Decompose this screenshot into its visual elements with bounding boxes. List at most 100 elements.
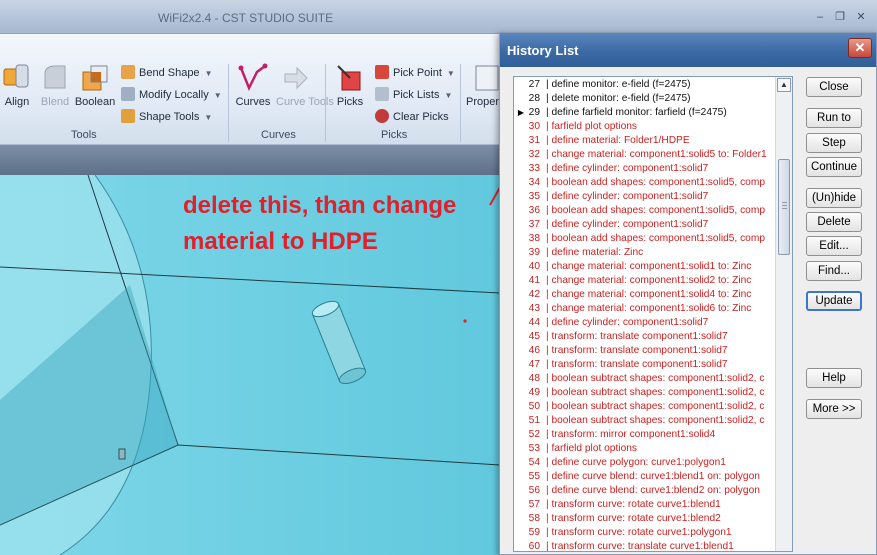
close-icon[interactable]: ✕ [848,38,872,58]
history-list-item[interactable]: 45 | transform: translate component1:soli… [514,330,776,344]
history-list-item[interactable]: 42 | change material: component1:solid4 t… [514,288,776,302]
vertical-scrollbar[interactable]: ▲ [775,77,792,551]
history-item-number: 38 [528,233,540,244]
history-item-number: 44 [528,317,540,328]
history-item-number: 33 [528,163,540,174]
dialog-title: History List [507,43,579,58]
history-item-text: | define monitor: e-field (f=2475) [546,79,691,90]
history-item-text: | change material: component1:solid2 to:… [546,275,752,286]
history-item-text: | change material: component1:solid6 to:… [546,303,752,314]
history-list-item[interactable]: 43 | change material: component1:solid6 t… [514,302,776,316]
history-item-text: | transform: mirror component1:solid4 [546,429,716,440]
scrollbar-thumb[interactable] [778,159,790,255]
history-item-number: 47 [528,359,540,370]
history-item-text: | define material: Zinc [546,247,644,258]
history-list-item[interactable]: ▶ 29 | define farfield monitor: farfield (… [514,106,776,120]
history-list-item[interactable]: 48 | boolean subtract shapes: component1:… [514,372,776,386]
history-list-item[interactable]: 57 | transform curve: rotate curve1:blend… [514,498,776,512]
history-list-item[interactable]: 31 | define material: Folder1/HDPE [514,134,776,148]
history-item-text: | define cylinder: component1:solid7 [546,163,709,174]
history-item-text: | transform: translate component1:solid7 [546,359,728,370]
history-item-number: 45 [528,331,540,342]
history-list-item[interactable]: 34 | boolean add shapes: component1:solid… [514,176,776,190]
history-list-item[interactable]: 40 | change material: component1:solid1 t… [514,260,776,274]
history-list-item[interactable]: 38 | boolean add shapes: component1:solid… [514,232,776,246]
history-list-item[interactable]: 37 | define cylinder: component1:solid7 [514,218,776,232]
history-list-item[interactable]: 41 | change material: component1:solid2 t… [514,274,776,288]
history-list-item[interactable]: 35 | define cylinder: component1:solid7 [514,190,776,204]
history-item-text: | boolean add shapes: component1:solid5,… [546,177,765,188]
run-to-button[interactable]: Run to [806,108,862,128]
close-button[interactable]: Close [806,77,862,97]
history-list-item[interactable]: 36 | boolean add shapes: component1:solid… [514,204,776,218]
history-item-text: | transform curve: translate curve1:blen… [546,541,734,552]
history-list-item[interactable]: 49 | boolean subtract shapes: component1:… [514,386,776,400]
history-item-text: | farfield plot options [546,121,637,132]
history-list-item[interactable]: 60 | transform curve: translate curve1:bl… [514,540,776,552]
delete-button[interactable]: Delete [806,212,862,232]
history-list-item[interactable]: 50 | boolean subtract shapes: component1:… [514,400,776,414]
history-item-text: | change material: component1:solid5 to:… [546,149,767,160]
history-item-number: 53 [528,443,540,454]
history-item-text: | define cylinder: component1:solid7 [546,219,709,230]
more-button[interactable]: More >> [806,399,862,419]
history-item-number: 51 [528,415,540,426]
history-item-text: | transform curve: rotate curve1:polygon… [546,527,732,538]
history-item-number: 41 [528,275,540,286]
history-list-item[interactable]: 56 | define curve blend: curve1:blend2 on… [514,484,776,498]
edit-button[interactable]: Edit... [806,236,862,256]
history-list-item[interactable]: 30 | farfield plot options [514,120,776,134]
history-list-box[interactable]: 27 | define monitor: e-field (f=2475) 28 | … [513,76,793,552]
history-item-text: | boolean subtract shapes: component1:so… [546,415,765,426]
scroll-up-icon[interactable]: ▲ [777,78,791,92]
history-list-item[interactable]: 52 | transform: mirror component1:solid4 [514,428,776,442]
history-list-item[interactable]: 46 | transform: translate component1:soli… [514,344,776,358]
history-item-text: | define cylinder: component1:solid7 [546,317,709,328]
history-item-number: 59 [528,527,540,538]
history-list-item[interactable]: 47 | transform: translate component1:soli… [514,358,776,372]
current-step-marker-icon: ▶ [517,108,524,117]
help-button[interactable]: Help [806,368,862,388]
find-button[interactable]: Find... [806,261,862,281]
history-item-text: | farfield plot options [546,443,637,454]
history-item-number: 55 [528,471,540,482]
history-item-number: 36 [528,205,540,216]
update-button[interactable]: Update [806,291,862,311]
history-item-text: | boolean subtract shapes: component1:so… [546,373,765,384]
history-rows: 27 | define monitor: e-field (f=2475) 28 | … [514,78,776,552]
history-list-item[interactable]: 39 | define material: Zinc [514,246,776,260]
history-item-text: | define cylinder: component1:solid7 [546,191,709,202]
history-item-number: 60 [528,541,540,552]
history-item-text: | transform: translate component1:solid7 [546,345,728,356]
history-item-number: 56 [528,485,540,496]
history-item-text: | boolean subtract shapes: component1:so… [546,387,765,398]
history-list-item[interactable]: 59 | transform curve: rotate curve1:polyg… [514,526,776,540]
history-item-number: 27 [528,79,540,90]
history-list-item[interactable]: 55 | define curve blend: curve1:blend1 on… [514,470,776,484]
history-list-item[interactable]: 28 | delete monitor: e-field (f=2475) [514,92,776,106]
history-item-number: 46 [528,345,540,356]
history-item-text: | define curve blend: curve1:blend1 on: … [546,471,760,482]
history-list-item[interactable]: 33 | define cylinder: component1:solid7 [514,162,776,176]
history-item-number: 28 [528,93,540,104]
history-item-number: 43 [528,303,540,314]
step-button[interactable]: Step [806,133,862,153]
history-item-text: | boolean add shapes: component1:solid5,… [546,233,765,244]
history-list-item[interactable]: 53 | farfield plot options [514,442,776,456]
history-list-item[interactable]: 32 | change material: component1:solid5 t… [514,148,776,162]
history-item-text: | define curve polygon: curve1:polygon1 [546,457,726,468]
history-item-text: | transform curve: rotate curve1:blend1 [546,499,721,510]
history-list-item[interactable]: 54 | define curve polygon: curve1:polygon… [514,456,776,470]
history-item-number: 31 [528,135,540,146]
continue-button[interactable]: Continue [806,157,862,177]
history-item-text: | change material: component1:solid1 to:… [546,261,752,272]
history-item-text: | delete monitor: e-field (f=2475) [546,93,691,104]
history-list-item[interactable]: 51 | boolean subtract shapes: component1:… [514,414,776,428]
history-item-number: 57 [528,499,540,510]
unhide-button[interactable]: (Un)hide [806,188,862,208]
history-list-item[interactable]: 44 | define cylinder: component1:solid7 [514,316,776,330]
history-item-number: 30 [528,121,540,132]
history-list-item[interactable]: 58 | transform curve: rotate curve1:blend… [514,512,776,526]
history-list-item[interactable]: 27 | define monitor: e-field (f=2475) [514,78,776,92]
history-item-number: 34 [528,177,540,188]
